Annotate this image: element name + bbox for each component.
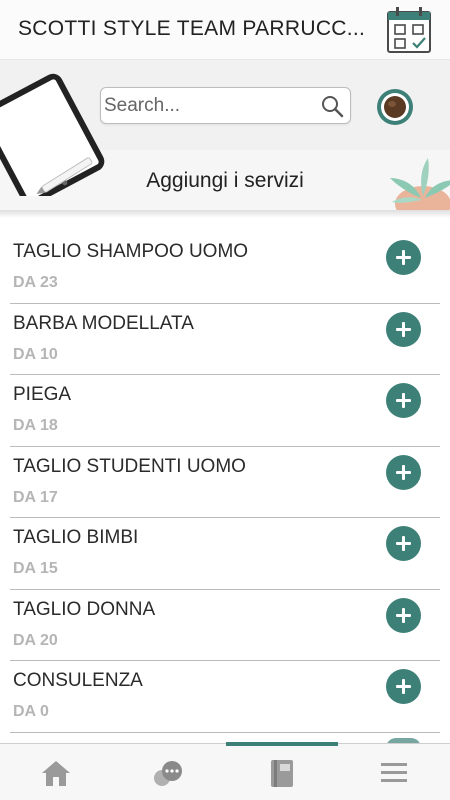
header-shadow — [0, 210, 450, 218]
service-name: TAGLIO DONNA — [13, 598, 156, 620]
add-service-plus-icon[interactable] — [386, 454, 421, 490]
section-title: Aggiungi i servizi — [146, 169, 304, 192]
services-list: TAGLIO SHAMPOO UOMO DA 23 BARBA MODELLAT… — [0, 232, 450, 733]
service-price: DA 18 — [13, 417, 58, 434]
plant-illustration-icon — [390, 158, 450, 210]
list-item[interactable]: TAGLIO BIMBI DA 15 — [10, 518, 440, 590]
calendar-check-icon[interactable] — [386, 6, 432, 54]
list-item[interactable]: TAGLIO DONNA DA 20 — [10, 590, 440, 661]
bottom-tab-bar — [0, 742, 450, 800]
book-icon — [271, 760, 293, 787]
add-service-plus-icon[interactable] — [386, 669, 421, 704]
search-input[interactable] — [104, 92, 314, 120]
hero-banner: Aggiungi i servizi — [0, 60, 450, 210]
service-name: BARBA MODELLATA — [13, 312, 194, 334]
service-name: PIEGA — [13, 384, 72, 405]
service-price: DA 10 — [13, 345, 58, 363]
home-icon — [42, 761, 70, 786]
tab-home[interactable] — [0, 744, 112, 800]
menu-icon — [381, 763, 407, 782]
app-title: SCOTTI STYLE TEAM PARRUCC... — [18, 17, 366, 40]
list-item[interactable]: TAGLIO SHAMPOO UOMO DA 23 — [10, 232, 440, 304]
list-item[interactable]: BARBA MODELLATA DA 10 — [10, 304, 440, 375]
service-name: TAGLIO SHAMPOO UOMO — [13, 241, 249, 262]
list-item[interactable]: PIEGA DA 18 — [10, 375, 440, 447]
service-name: TAGLIO STUDENTI UOMO — [13, 455, 246, 477]
add-service-plus-icon[interactable] — [386, 311, 421, 347]
list-item[interactable]: CONSULENZA DA 0 — [10, 661, 440, 733]
service-price: DA 17 — [13, 488, 58, 506]
chat-icon — [154, 761, 182, 786]
service-price: DA 20 — [13, 631, 58, 649]
tab-book[interactable] — [226, 744, 338, 800]
add-service-plus-icon[interactable] — [386, 383, 421, 418]
coffee-cup-icon[interactable] — [375, 87, 415, 127]
tab-menu[interactable] — [338, 744, 450, 800]
service-name: TAGLIO BIMBI — [13, 527, 139, 548]
search-icon[interactable] — [320, 94, 344, 118]
service-price: DA 0 — [13, 703, 49, 720]
service-price: DA 23 — [13, 274, 58, 291]
add-service-plus-icon[interactable] — [386, 597, 421, 633]
add-service-plus-icon[interactable] — [386, 240, 421, 275]
add-service-plus-icon[interactable] — [386, 526, 421, 561]
app-header: SCOTTI STYLE TEAM PARRUCC... — [0, 0, 450, 60]
service-price: DA 15 — [13, 560, 58, 577]
tab-chat[interactable] — [112, 744, 224, 800]
service-name: CONSULENZA — [13, 670, 143, 691]
list-item[interactable]: TAGLIO STUDENTI UOMO DA 17 — [10, 447, 440, 518]
search-box — [100, 87, 351, 124]
